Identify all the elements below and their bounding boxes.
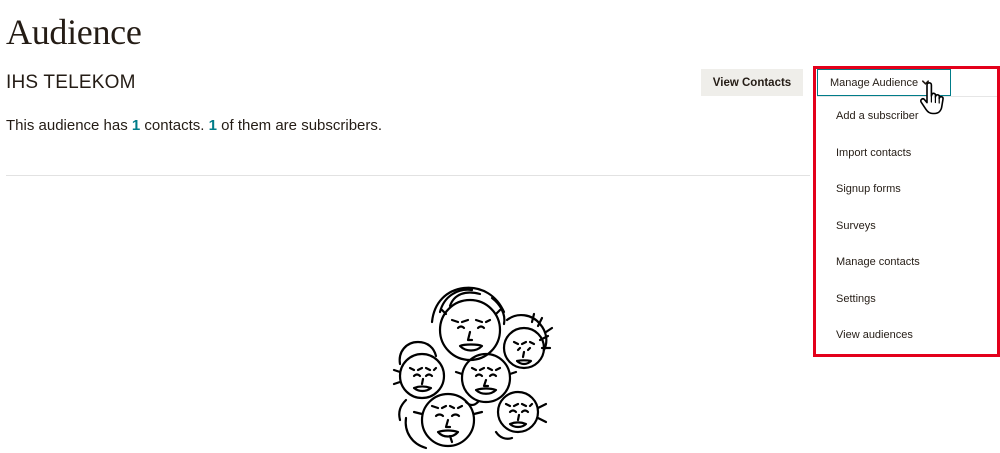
page-title: Audience <box>6 12 142 52</box>
menu-item-import-contacts[interactable]: Import contacts <box>836 146 911 160</box>
menu-item-signup-forms[interactable]: Signup forms <box>836 182 901 196</box>
audience-summary: This audience has 1 contacts. 1 of them … <box>6 116 382 136</box>
audience-name: IHS TELEKOM <box>6 72 136 93</box>
summary-middle: contacts. <box>140 117 209 134</box>
contacts-count: 1 <box>131 117 141 134</box>
menu-item-view-audiences[interactable]: View audiences <box>836 328 913 342</box>
menu-item-manage-contacts[interactable]: Manage contacts <box>836 255 920 269</box>
subscribers-count: 1 <box>208 117 217 134</box>
section-divider <box>6 175 810 176</box>
manage-audience-dropdown: Add a subscriber Import contacts Signup … <box>817 96 997 354</box>
audience-page: Audience IHS TELEKOM This audience has 1… <box>0 0 1000 453</box>
hand-pointer-icon <box>918 82 950 118</box>
menu-item-add-subscriber[interactable]: Add a subscriber <box>836 109 919 123</box>
menu-item-surveys[interactable]: Surveys <box>836 219 876 233</box>
menu-item-settings[interactable]: Settings <box>836 292 876 306</box>
group-of-faces-illustration <box>392 282 566 453</box>
summary-prefix: This audience has <box>6 117 132 134</box>
summary-suffix: of them are subscribers. <box>216 117 383 134</box>
manage-audience-label: Manage Audience <box>830 76 919 89</box>
view-contacts-button[interactable]: View Contacts <box>701 69 803 96</box>
